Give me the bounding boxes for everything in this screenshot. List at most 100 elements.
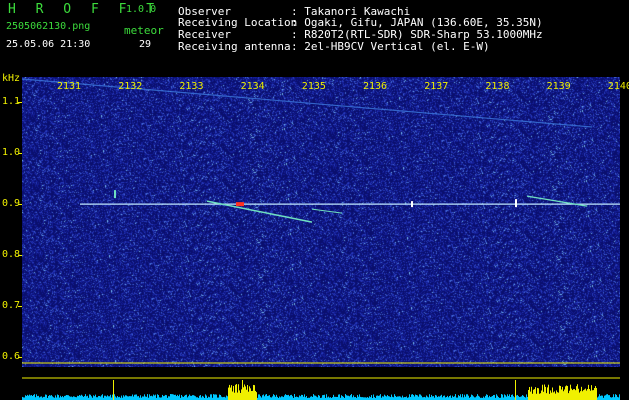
echo-counter-bar: [485, 395, 486, 400]
echo-counter-bar: [202, 395, 203, 400]
echo-counter-bar: [426, 395, 427, 400]
echo-counter-bar: [203, 396, 204, 400]
echo-counter-bar: [191, 395, 192, 400]
echo-counter-bar: [454, 396, 455, 400]
echo-counter-bar: [84, 396, 85, 400]
x-tick-label: 2139: [546, 81, 571, 92]
echo-counter-bar: [573, 389, 574, 400]
echo-counter-bar: [575, 390, 576, 400]
echo-counter-bar: [296, 396, 297, 400]
echo-counter-bar: [377, 395, 378, 400]
echo-counter-bar: [242, 380, 243, 400]
echo-counter-bar: [598, 396, 599, 400]
echo-counter-bar: [52, 396, 53, 400]
echo-counter-bar: [251, 391, 252, 400]
echo-counter-bar: [539, 393, 540, 400]
echo-counter-bar: [568, 393, 569, 400]
echo-counter-bar: [37, 396, 38, 400]
echo-counter-bar: [535, 387, 536, 400]
echo-counter-bar: [69, 396, 70, 400]
echo-counter-bar: [531, 386, 532, 400]
echo-counter-bar: [600, 395, 601, 400]
echo-counter-bar: [605, 395, 606, 400]
echo-counter-bar: [516, 395, 517, 400]
echo-counter-bar: [206, 395, 207, 400]
echo-counter-bar: [324, 394, 325, 400]
echo-counter-bar: [486, 394, 487, 400]
echo-counter-bar: [134, 394, 135, 400]
echo-counter-bar: [468, 395, 469, 400]
echo-counter-bar: [48, 395, 49, 400]
echo-counter-bar: [137, 396, 138, 400]
echo-counter-bar: [213, 394, 214, 400]
echo-counter-bar: [349, 396, 350, 400]
echo-counter-bar: [557, 392, 558, 400]
echo-counter-bar: [231, 385, 232, 400]
echo-counter-bar: [152, 396, 153, 400]
app-version: 1.0.0: [126, 4, 157, 15]
echo-counter-bar: [193, 395, 194, 400]
echo-counter-bar: [556, 390, 557, 400]
echo-counter-bar: [394, 394, 395, 400]
echo-counter-bar: [259, 394, 260, 400]
echo-counter-bar: [164, 395, 165, 400]
echo-counter-bar: [602, 395, 603, 400]
echo-counter-bar: [418, 396, 419, 400]
echo-counter-bar: [542, 384, 543, 400]
echo-counter-bar: [190, 395, 191, 400]
echo-counter-bar: [208, 396, 209, 400]
echo-counter-bar: [548, 384, 549, 400]
echo-counter-bar: [378, 395, 379, 400]
echo-counter-bar: [348, 395, 349, 400]
echo-counter-bar: [595, 386, 596, 400]
echo-counter-bar: [294, 394, 295, 400]
echo-counter-bar: [449, 396, 450, 400]
echo-counter-bar: [553, 392, 554, 400]
echo-counter-bar: [46, 394, 47, 400]
spectrogram-overlay: [22, 78, 620, 364]
echo-counter-bar: [62, 396, 63, 400]
location-value: : Ogaki, Gifu, JAPAN (136.60E, 35.35N): [291, 16, 543, 29]
echo-counter-bar: [560, 386, 561, 400]
echo-counter-bar: [228, 387, 229, 400]
echo-counter-bar: [555, 393, 556, 400]
echo-counter-bar: [266, 394, 267, 400]
echo-counter-bar: [132, 394, 133, 400]
echo-counter-bar: [433, 396, 434, 400]
echo-counter-bar: [66, 394, 67, 400]
echo-counter-bar: [551, 392, 552, 400]
echo-counter-bar: [567, 385, 568, 400]
echo-counter-bar: [554, 391, 555, 400]
echo-counter-bar: [601, 395, 602, 400]
echo-counter-bar: [492, 396, 493, 400]
receiver-value: : R820T2(RTL-SDR) SDR-Sharp 53.1000MHz: [291, 28, 543, 41]
echo-counter-bar: [285, 394, 286, 400]
echo-counter-bar: [128, 396, 129, 400]
echo-counter-bar: [613, 394, 614, 400]
echo-counter-bar: [192, 395, 193, 400]
echo-counter-bar: [306, 395, 307, 400]
echo-counter-bar: [38, 395, 39, 400]
echo-counter-bar: [177, 394, 178, 400]
meteor-echo-head: [236, 202, 244, 207]
echo-counter-bar: [429, 394, 430, 400]
echo-counter-bar: [536, 393, 537, 400]
echo-counter-bar: [81, 394, 82, 400]
echo-counter-bar: [443, 395, 444, 400]
echo-counter-bar: [452, 395, 453, 400]
echo-counter-bar: [515, 380, 516, 400]
echo-counter-bar: [501, 394, 502, 400]
echo-counter-bar: [409, 394, 410, 400]
echo-counter-bar: [182, 396, 183, 400]
echo-counter-bar: [173, 394, 174, 400]
echo-counter-bar: [281, 396, 282, 400]
echo-counter-bar: [106, 396, 107, 400]
echo-counter-bar: [151, 395, 152, 400]
echo-counter-bar: [563, 391, 564, 400]
echo-counter-bar: [549, 393, 550, 400]
echo-counter-bar: [268, 395, 269, 400]
echo-counter-bar: [27, 394, 28, 400]
echo-counter-bar: [564, 389, 565, 400]
echo-counter-bar: [125, 395, 126, 400]
echo-counter-bar: [566, 385, 567, 400]
